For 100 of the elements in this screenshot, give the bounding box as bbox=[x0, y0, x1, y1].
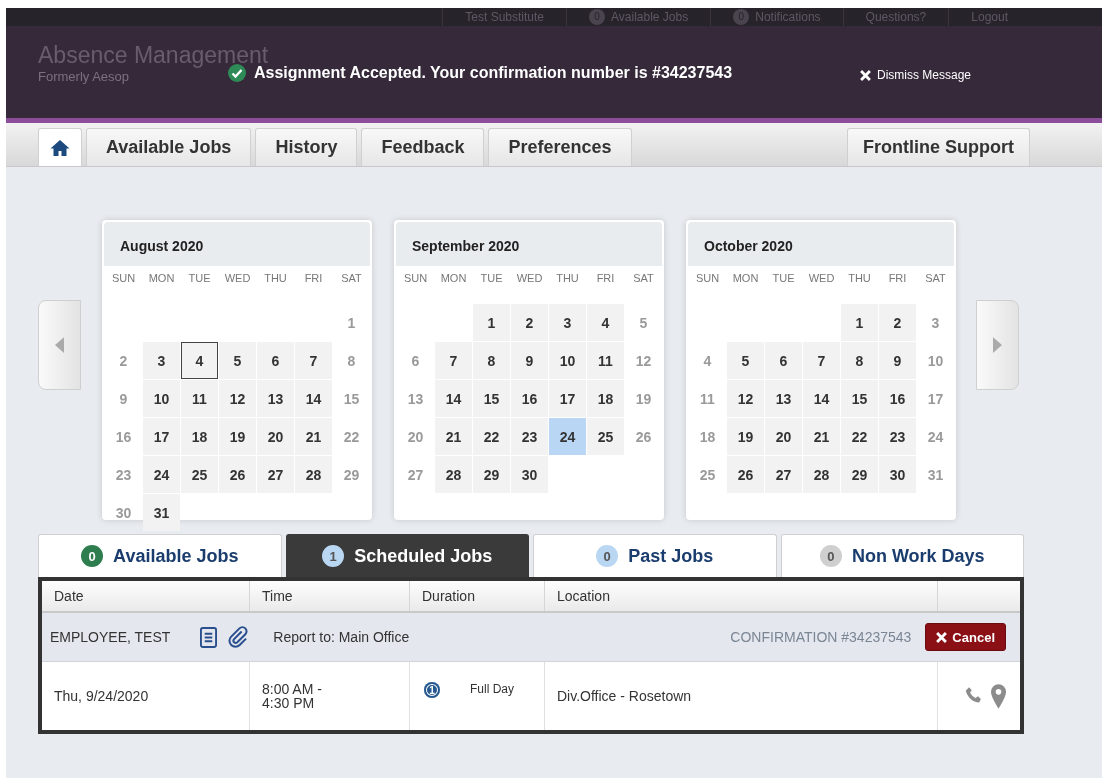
calendar-day[interactable]: 14 bbox=[295, 380, 332, 417]
right-triangle-icon bbox=[993, 337, 1002, 353]
date-cell: Thu, 9/24/2020 bbox=[42, 662, 250, 730]
calendar-day[interactable]: 9 bbox=[879, 342, 916, 379]
calendar-day[interactable]: 12 bbox=[219, 380, 256, 417]
calendar-day[interactable]: 5 bbox=[727, 342, 764, 379]
month-title: September 2020 bbox=[396, 222, 662, 266]
nav-tab[interactable]: Feedback bbox=[361, 128, 485, 166]
calendar-day[interactable]: 8 bbox=[841, 342, 878, 379]
calendar-day[interactable]: 2 bbox=[879, 304, 916, 341]
weekday-label: THU bbox=[555, 271, 580, 286]
calendar-day[interactable]: 5 bbox=[219, 342, 256, 379]
calendar-day[interactable]: 3 bbox=[549, 304, 586, 341]
success-message: Assignment Accepted. Your confirmation number is #34237543 bbox=[254, 64, 733, 82]
calendar-day[interactable]: 7 bbox=[803, 342, 840, 379]
calendar-day[interactable]: 6 bbox=[257, 342, 294, 379]
calendar-day[interactable]: 12 bbox=[727, 380, 764, 417]
calendar-day[interactable]: 21 bbox=[435, 418, 472, 455]
calendar-day[interactable]: 21 bbox=[803, 418, 840, 455]
document-icon[interactable] bbox=[200, 626, 218, 648]
calendar-day[interactable]: 6 bbox=[765, 342, 802, 379]
calendar-day[interactable]: 15 bbox=[841, 380, 878, 417]
calendar-day[interactable]: 15 bbox=[473, 380, 510, 417]
calendar-day[interactable]: 19 bbox=[219, 418, 256, 455]
calendar-day[interactable]: 29 bbox=[841, 456, 878, 493]
calendar-day[interactable]: 1 bbox=[841, 304, 878, 341]
calendar-day[interactable]: 7 bbox=[435, 342, 472, 379]
calendar-day[interactable]: 9 bbox=[511, 342, 548, 379]
calendar-day[interactable]: 24 bbox=[549, 418, 586, 455]
calendar-day[interactable]: 20 bbox=[257, 418, 294, 455]
calendar-day[interactable]: 16 bbox=[879, 380, 916, 417]
calendar-day[interactable]: 30 bbox=[879, 456, 916, 493]
calendar-day[interactable]: 2 bbox=[511, 304, 548, 341]
weekday-label: MON bbox=[439, 271, 468, 286]
calendar-day[interactable]: 11 bbox=[587, 342, 624, 379]
weekday-label: FRI bbox=[887, 271, 908, 286]
calendar-day[interactable]: 10 bbox=[143, 380, 180, 417]
calendar-day[interactable]: 19 bbox=[727, 418, 764, 455]
calendar-day[interactable]: 25 bbox=[587, 418, 624, 455]
calendar-day[interactable]: 26 bbox=[727, 456, 764, 493]
count-badge: 0 bbox=[81, 545, 104, 567]
calendar-day[interactable]: 28 bbox=[435, 456, 472, 493]
calendar-day[interactable]: 11 bbox=[181, 380, 218, 417]
nav-tab[interactable]: History bbox=[255, 128, 358, 166]
nav-tab[interactable]: Preferences bbox=[488, 128, 632, 166]
home-icon bbox=[50, 138, 70, 157]
cancel-button[interactable]: Cancel bbox=[925, 623, 1006, 651]
calendar-day[interactable]: 1 bbox=[473, 304, 510, 341]
calendar-day[interactable]: 20 bbox=[765, 418, 802, 455]
calendar-day[interactable]: 28 bbox=[295, 456, 332, 493]
calendar-day[interactable]: 24 bbox=[143, 456, 180, 493]
calendar-day[interactable]: 17 bbox=[143, 418, 180, 455]
calendar-day[interactable]: 23 bbox=[879, 418, 916, 455]
report-location: Report to: Main Office bbox=[273, 629, 410, 645]
calendar-day[interactable]: 27 bbox=[765, 456, 802, 493]
dismiss-message-link[interactable]: Dismiss Message bbox=[860, 68, 972, 82]
calendar-day[interactable]: 16 bbox=[511, 380, 548, 417]
weekday-label: THU bbox=[263, 271, 288, 286]
support-tab[interactable]: Frontline Support bbox=[847, 128, 1030, 166]
home-tab[interactable] bbox=[38, 128, 82, 166]
paperclip-icon[interactable] bbox=[227, 626, 250, 648]
jobs-tab[interactable]: 0 Past Jobs bbox=[533, 534, 777, 577]
jobs-tab[interactable]: 0 Non Work Days bbox=[780, 534, 1024, 577]
calendar-day[interactable]: 29 bbox=[473, 456, 510, 493]
calendar-day[interactable]: 18 bbox=[181, 418, 218, 455]
nav-tab[interactable]: Available Jobs bbox=[86, 128, 252, 166]
calendar-day[interactable]: 18 bbox=[587, 380, 624, 417]
map-pin-icon[interactable] bbox=[991, 683, 1006, 709]
close-icon bbox=[936, 631, 948, 643]
calendar-day[interactable]: 14 bbox=[435, 380, 472, 417]
weekday-label: FRI bbox=[303, 271, 324, 286]
calendar-day[interactable]: 13 bbox=[765, 380, 802, 417]
calendar-day[interactable]: 28 bbox=[803, 456, 840, 493]
calendar-day[interactable]: 30 bbox=[511, 456, 548, 493]
calendar-day[interactable]: 4 bbox=[181, 342, 218, 379]
column-header: Duration bbox=[410, 581, 545, 611]
weekday-label: SAT bbox=[924, 271, 947, 286]
count-badge: 0 bbox=[819, 545, 842, 567]
weekday-label: TUE bbox=[187, 271, 212, 286]
calendar-day[interactable]: 21 bbox=[295, 418, 332, 455]
calendar-day[interactable]: 3 bbox=[143, 342, 180, 379]
calendar-day[interactable]: 23 bbox=[511, 418, 548, 455]
weekday-label: THU bbox=[847, 271, 872, 286]
calendar-day[interactable]: 27 bbox=[257, 456, 294, 493]
calendar-day[interactable]: 8 bbox=[473, 342, 510, 379]
calendar-day[interactable]: 22 bbox=[473, 418, 510, 455]
jobs-tab[interactable]: 0 Available Jobs bbox=[38, 534, 282, 577]
close-icon bbox=[860, 69, 871, 81]
calendar-day[interactable]: 26 bbox=[219, 456, 256, 493]
calendar-day[interactable]: 13 bbox=[257, 380, 294, 417]
calendar-day[interactable]: 25 bbox=[181, 456, 218, 493]
calendar-day[interactable]: 22 bbox=[841, 418, 878, 455]
calendar-day[interactable]: 10 bbox=[549, 342, 586, 379]
calendar-day[interactable]: 17 bbox=[549, 380, 586, 417]
calendar-day[interactable]: 14 bbox=[803, 380, 840, 417]
calendar-day[interactable]: 7 bbox=[295, 342, 332, 379]
calendar-day[interactable]: 4 bbox=[587, 304, 624, 341]
column-header: Time bbox=[250, 581, 410, 611]
calendar-day[interactable]: 31 bbox=[143, 494, 180, 531]
jobs-tab[interactable]: 1 Scheduled Jobs bbox=[285, 534, 529, 577]
